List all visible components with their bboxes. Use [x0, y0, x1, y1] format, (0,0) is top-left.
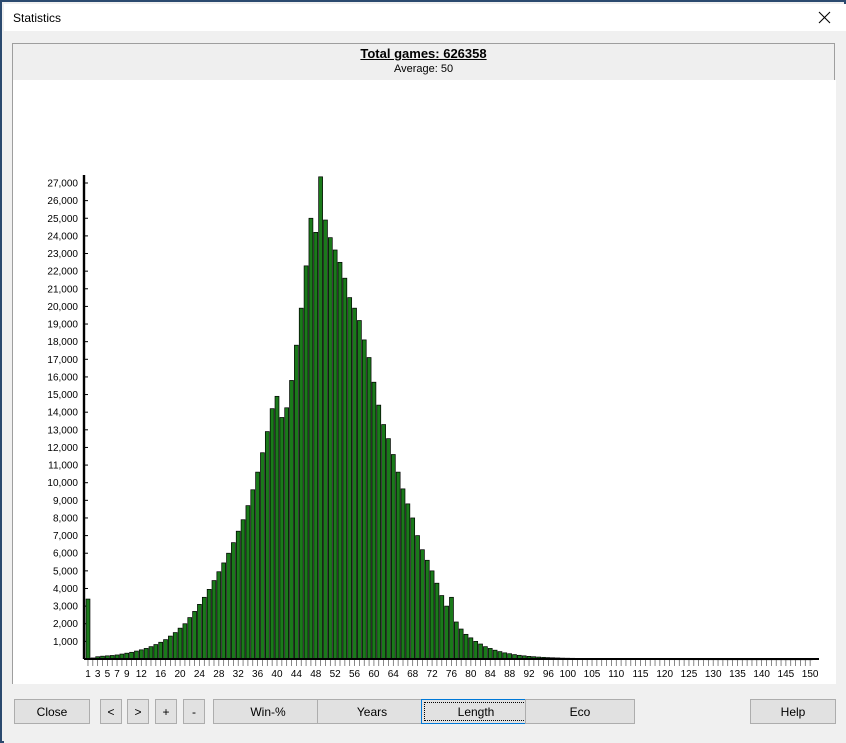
- svg-text:25,000: 25,000: [47, 214, 78, 225]
- svg-text:17,000: 17,000: [47, 355, 78, 366]
- svg-text:115: 115: [633, 669, 649, 680]
- svg-text:92: 92: [523, 669, 535, 680]
- svg-text:8,000: 8,000: [53, 513, 78, 524]
- svg-text:1,000: 1,000: [53, 637, 78, 648]
- eco-button[interactable]: Eco: [525, 699, 635, 724]
- svg-text:130: 130: [705, 669, 722, 680]
- svg-text:64: 64: [388, 669, 400, 680]
- next-button[interactable]: >: [127, 699, 149, 724]
- svg-text:68: 68: [407, 669, 419, 680]
- svg-text:15,000: 15,000: [47, 390, 78, 401]
- svg-text:4,000: 4,000: [53, 584, 78, 595]
- svg-text:9,000: 9,000: [53, 496, 78, 507]
- window-body: Total games: 626358 Average: 50 1,000 2,0…: [4, 31, 846, 743]
- svg-text:12,000: 12,000: [47, 443, 78, 454]
- window-titlebar: Statistics: [4, 4, 846, 31]
- svg-text:120: 120: [656, 669, 673, 680]
- svg-text:44: 44: [291, 669, 303, 680]
- svg-text:14,000: 14,000: [47, 408, 78, 419]
- chart-title: Total games: 626358: [360, 46, 487, 61]
- years-button[interactable]: Years: [317, 699, 427, 724]
- svg-text:6,000: 6,000: [53, 549, 78, 560]
- svg-text:24: 24: [194, 669, 206, 680]
- chart-header: Total games: 626358 Average: 50: [13, 44, 834, 80]
- chart-subtitle: Average: 50: [393, 63, 454, 75]
- svg-text:2,000: 2,000: [53, 619, 78, 630]
- svg-text:52: 52: [330, 669, 342, 680]
- svg-text:84: 84: [485, 669, 497, 680]
- svg-text:145: 145: [778, 669, 795, 680]
- svg-text:24,000: 24,000: [47, 231, 78, 242]
- previous-button[interactable]: <: [100, 699, 122, 724]
- win-percent-button[interactable]: Win-%: [213, 699, 323, 724]
- svg-text:11,000: 11,000: [48, 461, 78, 472]
- svg-text:5,000: 5,000: [53, 566, 78, 577]
- svg-text:100: 100: [559, 669, 576, 680]
- svg-text:1: 1: [85, 669, 91, 680]
- svg-text:20,000: 20,000: [47, 302, 78, 313]
- svg-text:16: 16: [155, 669, 167, 680]
- svg-text:40: 40: [271, 669, 283, 680]
- chart-panel: Total games: 626358 Average: 50 1,000 2,0…: [12, 43, 836, 684]
- svg-text:5: 5: [105, 669, 111, 680]
- svg-text:76: 76: [446, 669, 458, 680]
- svg-text:26,000: 26,000: [47, 196, 78, 207]
- svg-text:110: 110: [608, 669, 624, 680]
- svg-text:72: 72: [427, 669, 439, 680]
- help-button[interactable]: Help: [750, 699, 836, 724]
- zoom-out-button[interactable]: -: [183, 699, 205, 724]
- svg-text:48: 48: [310, 669, 322, 680]
- statistics-window: Statistics Total games: 626358 Average: …: [0, 0, 846, 743]
- svg-text:18,000: 18,000: [47, 337, 78, 348]
- svg-text:3: 3: [95, 669, 101, 680]
- svg-text:22,000: 22,000: [47, 267, 78, 278]
- svg-text:96: 96: [543, 669, 555, 680]
- svg-text:12: 12: [136, 669, 148, 680]
- svg-text:23,000: 23,000: [47, 249, 78, 260]
- svg-text:20: 20: [174, 669, 186, 680]
- svg-text:3,000: 3,000: [53, 602, 78, 613]
- svg-text:32: 32: [233, 669, 245, 680]
- svg-text:10,000: 10,000: [47, 478, 78, 489]
- svg-text:80: 80: [465, 669, 477, 680]
- histogram-svg: 1,000 2,000 3,000 4,000 5,000 6,000 7,000 8,000…: [47, 175, 819, 680]
- svg-text:13,000: 13,000: [47, 425, 78, 436]
- zoom-in-button[interactable]: +: [155, 699, 177, 724]
- svg-text:28: 28: [213, 669, 225, 680]
- svg-text:125: 125: [681, 669, 698, 680]
- svg-text:7: 7: [114, 669, 120, 680]
- svg-text:16,000: 16,000: [47, 372, 78, 383]
- window-title: Statistics: [13, 11, 62, 25]
- close-icon[interactable]: [802, 4, 846, 31]
- svg-text:21,000: 21,000: [47, 284, 78, 295]
- length-button-label: Length: [424, 702, 528, 721]
- close-button[interactable]: Close: [14, 699, 90, 724]
- svg-text:19,000: 19,000: [47, 320, 78, 331]
- svg-text:7,000: 7,000: [53, 531, 78, 542]
- button-bar: Close < > + - Win-% Years Length Eco Hel…: [4, 691, 846, 741]
- svg-text:9: 9: [124, 669, 130, 680]
- svg-text:140: 140: [753, 669, 770, 680]
- svg-text:88: 88: [504, 669, 516, 680]
- svg-text:135: 135: [729, 669, 746, 680]
- svg-text:60: 60: [368, 669, 380, 680]
- svg-text:36: 36: [252, 669, 264, 680]
- histogram-plot: 1,000 2,000 3,000 4,000 5,000 6,000 7,000 8,000…: [13, 80, 836, 684]
- svg-text:56: 56: [349, 669, 361, 680]
- svg-text:27,000: 27,000: [47, 179, 78, 190]
- svg-text:150: 150: [802, 669, 819, 680]
- svg-text:105: 105: [584, 669, 601, 680]
- length-button[interactable]: Length: [421, 699, 531, 724]
